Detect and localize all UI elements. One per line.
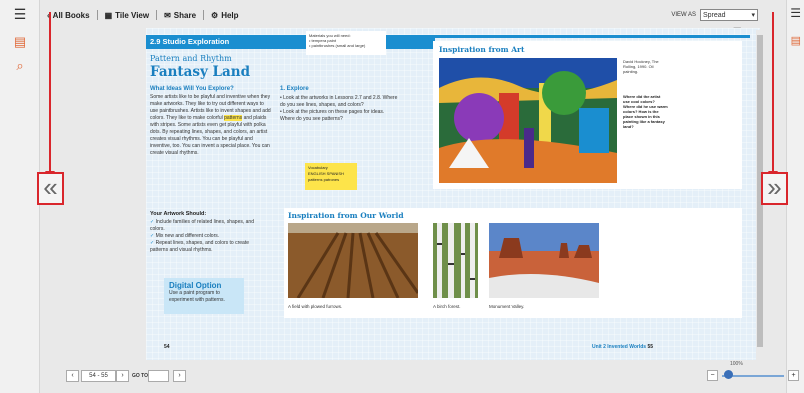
digital-option-box: Digital Option Use a paint program to ex… bbox=[164, 278, 244, 314]
goto-page-input[interactable] bbox=[148, 370, 169, 382]
inspiration-from-art-panel: Inspiration from Art David Hockney, The … bbox=[433, 41, 742, 189]
help-button[interactable]: ⚙ Help bbox=[204, 11, 246, 20]
gear-icon: ⚙ bbox=[211, 10, 219, 20]
goto-submit-button[interactable]: › bbox=[173, 370, 186, 382]
bottom-pager-bar: ‹ 54 - 55 › GO TO: › 100% − + bbox=[40, 361, 799, 393]
section-label: 2.9 Studio Exploration bbox=[150, 37, 230, 46]
check-icon: ✓ bbox=[150, 219, 155, 225]
right-page-footer: Unit 2 Invented Worlds 55 bbox=[592, 344, 653, 350]
notes-panel-icon[interactable]: ▤ bbox=[791, 34, 801, 47]
photo-caption-field: A field with plowed furrows. bbox=[288, 304, 343, 309]
art-caption: David Hockney, The Rolling, 1990. Oil pa… bbox=[623, 59, 659, 74]
explore-body: • Look at the artworks in Lessons 2.7 an… bbox=[280, 95, 398, 122]
double-chevron-right-icon: » bbox=[767, 172, 782, 202]
previous-page-button[interactable]: « bbox=[37, 172, 64, 205]
digital-option-title: Digital Option bbox=[169, 281, 222, 290]
double-chevron-left-icon: « bbox=[43, 172, 58, 202]
list-item: ✓ Mix new and different colors. bbox=[150, 233, 260, 240]
right-sidebar: ☰ ▤ bbox=[786, 0, 804, 393]
zoom-out-button[interactable]: − bbox=[707, 370, 718, 381]
view-as-control: VIEW AS Spread ▾ bbox=[671, 9, 758, 21]
menu-icon[interactable]: ☰ bbox=[12, 6, 28, 22]
list-item-text: Mix new and different colors. bbox=[155, 233, 220, 239]
art-panel-title: Inspiration from Art bbox=[439, 45, 525, 54]
unit-label: Unit 2 Invented Worlds bbox=[592, 344, 647, 350]
chevron-right-icon: › bbox=[121, 372, 124, 379]
lesson-subtitle: Pattern and Rhythm bbox=[150, 54, 232, 63]
view-as-label: VIEW AS bbox=[671, 12, 696, 18]
annotation-arrow-right bbox=[768, 12, 778, 178]
annotation-arrow-left bbox=[45, 12, 55, 178]
top-toolbar: ‹All Books ▦Tile View ✉Share ⚙Help VIEW … bbox=[40, 0, 786, 30]
intro-paragraph: Some artists like to be playful and inve… bbox=[150, 94, 272, 157]
photo-caption-monument: Monument Valley. bbox=[489, 304, 525, 309]
question-heading: What Ideas Will You Explore? bbox=[150, 86, 234, 92]
next-page-small-button[interactable]: › bbox=[116, 370, 129, 382]
next-page-button[interactable]: » bbox=[761, 172, 788, 205]
list-item: ✓ Repeat lines, shapes, and colors to cr… bbox=[150, 240, 260, 254]
chevron-left-icon: ‹ bbox=[71, 372, 74, 379]
table-of-contents-icon[interactable]: ▤ bbox=[12, 34, 28, 50]
grid-icon: ▦ bbox=[104, 10, 113, 20]
materials-box: Materials you will need: • tempera paint… bbox=[306, 31, 386, 55]
zoom-in-button[interactable]: + bbox=[788, 370, 799, 381]
share-icon: ✉ bbox=[164, 10, 171, 20]
chevron-right-icon: › bbox=[178, 372, 181, 379]
menu-icon[interactable]: ☰ bbox=[790, 6, 801, 20]
your-artwork-heading: Your Artwork Should: bbox=[150, 211, 207, 217]
photo-caption-birch: A birch forest. bbox=[433, 304, 461, 309]
birch-forest-image bbox=[433, 223, 478, 298]
digital-option-body: Use a paint program to experiment with p… bbox=[169, 290, 225, 303]
help-label: Help bbox=[221, 10, 239, 20]
your-artwork-list: ✓ Include families of related lines, sha… bbox=[150, 219, 260, 254]
plowed-field-image bbox=[288, 223, 418, 298]
tile-view-label: Tile View bbox=[115, 10, 150, 20]
check-icon: ✓ bbox=[150, 233, 155, 239]
list-item: ✓ Include families of related lines, sha… bbox=[150, 219, 260, 233]
zoom-control: 100% − + bbox=[707, 361, 799, 385]
search-icon[interactable]: ⌕ bbox=[12, 58, 28, 74]
explore-heading: 1. Explore bbox=[280, 86, 309, 92]
zoom-slider-handle[interactable] bbox=[723, 370, 733, 379]
all-books-label: All Books bbox=[52, 10, 90, 20]
world-panel-title: Inspiration from Our World bbox=[288, 211, 404, 220]
left-sidebar: ☰ ▤ ⌕ bbox=[0, 0, 40, 393]
page-range-display: 54 - 55 bbox=[81, 370, 116, 382]
left-page-number: 54 bbox=[164, 344, 170, 350]
lesson-title: Fantasy Land bbox=[150, 64, 251, 80]
monument-valley-image bbox=[489, 223, 599, 298]
check-icon: ✓ bbox=[150, 240, 155, 246]
vocabulary-box: Vocabulary ENGLISH SPANISH patterns patr… bbox=[305, 163, 357, 190]
list-item-text: Repeat lines, shapes, and colors to crea… bbox=[150, 240, 249, 253]
list-item-text: Include families of related lines, shape… bbox=[150, 219, 254, 232]
chevron-down-icon: ▾ bbox=[751, 12, 755, 19]
hockney-painting-image bbox=[439, 58, 617, 183]
zoom-percent: 100% bbox=[730, 361, 743, 367]
art-question: Where did the artist use cool colors? Wh… bbox=[623, 94, 668, 129]
share-label: Share bbox=[173, 10, 197, 20]
prev-page-small-button[interactable]: ‹ bbox=[66, 370, 79, 382]
section-header-bar-right bbox=[435, 35, 750, 38]
inspiration-from-world-panel: Inspiration from Our World A field with … bbox=[284, 208, 742, 318]
right-page-number: 55 bbox=[647, 344, 654, 350]
view-as-select[interactable]: Spread ▾ bbox=[700, 9, 758, 21]
intro-tail-text: and plaids with stripes. Some artists ev… bbox=[150, 115, 270, 156]
highlighted-word[interactable]: patterns bbox=[224, 115, 243, 121]
book-spread: 2.9 Studio Exploration Materials you wil… bbox=[146, 28, 760, 360]
tile-view-button[interactable]: ▦ Tile View bbox=[98, 11, 157, 20]
view-as-value: Spread bbox=[703, 11, 726, 19]
share-button[interactable]: ✉ Share bbox=[157, 11, 203, 20]
